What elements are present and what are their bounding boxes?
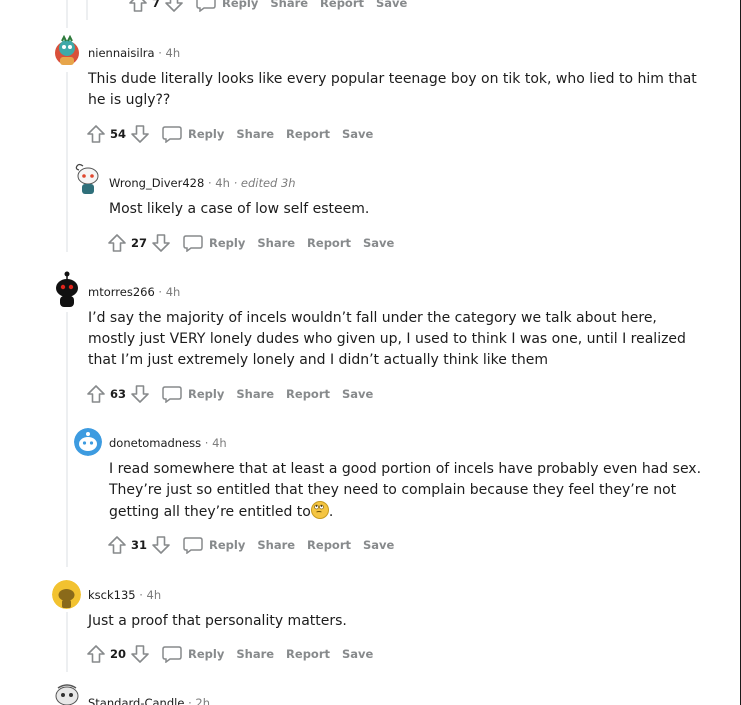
vote-score: 63 xyxy=(110,387,127,401)
timestamp[interactable]: · 4h xyxy=(205,436,227,450)
avatar[interactable] xyxy=(52,682,82,705)
reply-icon xyxy=(162,646,182,663)
reply-icon xyxy=(162,386,182,403)
snoo-avatar-icon xyxy=(55,35,79,65)
comment-actions: 54 Reply Share Report Save xyxy=(86,122,373,146)
upvote-icon[interactable] xyxy=(86,644,106,664)
report-button[interactable]: Report xyxy=(286,647,330,661)
snoo-avatar-icon xyxy=(55,684,79,705)
downvote-icon[interactable] xyxy=(130,644,150,664)
share-button[interactable]: Share xyxy=(270,0,308,10)
avatar[interactable] xyxy=(74,162,102,196)
avatar[interactable] xyxy=(74,428,102,456)
reply-button[interactable]: Reply xyxy=(196,0,258,12)
thread-line-top-child[interactable] xyxy=(86,0,88,20)
save-button[interactable]: Save xyxy=(363,236,394,250)
timestamp[interactable]: · 4h xyxy=(208,176,230,190)
reply-button[interactable]: Reply xyxy=(183,234,245,252)
report-button[interactable]: Report xyxy=(307,538,351,552)
comment-body: This dude literally looks like every pop… xyxy=(88,71,697,108)
save-button[interactable]: Save xyxy=(342,387,373,401)
share-button[interactable]: Share xyxy=(257,236,295,250)
reply-button[interactable]: Reply xyxy=(183,536,245,554)
avatar[interactable] xyxy=(52,270,82,308)
thread-line-c1[interactable] xyxy=(66,72,68,252)
save-button[interactable]: Save xyxy=(376,0,407,10)
comment-actions: 27 Reply Share Report Save xyxy=(107,231,394,255)
comment-meta: Standard-Candle · 2h xyxy=(88,696,210,705)
rolling-eyes-emoji-icon xyxy=(310,501,329,519)
thread-line-c5[interactable] xyxy=(66,612,68,672)
timestamp[interactable]: · 2h xyxy=(188,696,210,705)
vote-score: 31 xyxy=(131,538,148,552)
comment-body: Just a proof that personality matters. xyxy=(88,613,347,629)
downvote-icon[interactable] xyxy=(151,233,171,253)
comment-meta: ksck135 · 4h xyxy=(88,588,161,602)
comment-body: I’d say the majority of incels wouldn’t … xyxy=(88,310,686,368)
reply-icon xyxy=(183,537,203,554)
upvote-icon[interactable] xyxy=(107,233,127,253)
downvote-icon[interactable] xyxy=(130,384,150,404)
comment-meta: mtorres266 · 4h xyxy=(88,285,180,299)
share-button[interactable]: Share xyxy=(257,538,295,552)
username-link[interactable]: niennaisilra xyxy=(88,46,155,60)
downvote-icon[interactable] xyxy=(151,535,171,555)
comment-meta: niennaisilra · 4h xyxy=(88,46,180,60)
report-button[interactable]: Report xyxy=(286,387,330,401)
snoo-avatar-icon xyxy=(75,163,99,194)
comment-meta: donetomadness · 4h xyxy=(109,436,227,450)
report-button[interactable]: Report xyxy=(320,0,364,10)
username-link[interactable]: donetomadness xyxy=(109,436,201,450)
vote-score: 7 xyxy=(152,0,161,10)
snoo-avatar-icon xyxy=(74,428,102,456)
share-button[interactable]: Share xyxy=(236,647,274,661)
avatar[interactable] xyxy=(52,580,81,609)
comment-thread: 7 Reply Share Report Save niennaisilra ·… xyxy=(0,0,741,705)
comment-meta: Wrong_Diver428 · 4h · edited 3h xyxy=(109,176,296,190)
upvote-icon[interactable] xyxy=(128,0,148,13)
share-button[interactable]: Share xyxy=(236,387,274,401)
comment-text: I read somewhere that at least a good po… xyxy=(109,461,702,520)
reply-button[interactable]: Reply xyxy=(162,645,224,663)
username-link[interactable]: mtorres266 xyxy=(88,285,155,299)
report-button[interactable]: Report xyxy=(307,236,351,250)
report-button[interactable]: Report xyxy=(286,127,330,141)
comment-text-end: . xyxy=(328,504,334,520)
save-button[interactable]: Save xyxy=(342,127,373,141)
comment-actions: 63 Reply Share Report Save xyxy=(86,382,373,406)
share-button[interactable]: Share xyxy=(236,127,274,141)
reply-icon xyxy=(183,235,203,252)
vote-score: 54 xyxy=(110,127,127,141)
save-button[interactable]: Save xyxy=(342,647,373,661)
username-link[interactable]: Standard-Candle xyxy=(88,696,184,705)
comment-body: Most likely a case of low self esteem. xyxy=(109,201,370,217)
username-link[interactable]: Wrong_Diver428 xyxy=(109,176,204,190)
comment-body: I read somewhere that at least a good po… xyxy=(109,459,709,523)
reply-icon xyxy=(196,0,216,12)
reply-button[interactable]: Reply xyxy=(162,125,224,143)
vote-score: 27 xyxy=(131,236,148,250)
snoo-avatar-icon xyxy=(56,271,78,307)
timestamp[interactable]: · 4h xyxy=(139,588,161,602)
reply-button[interactable]: Reply xyxy=(162,385,224,403)
downvote-icon[interactable] xyxy=(164,0,184,13)
upvote-icon[interactable] xyxy=(107,535,127,555)
reply-icon xyxy=(162,126,182,143)
username-link[interactable]: ksck135 xyxy=(88,588,136,602)
comment-actions: 31 Reply Share Report Save xyxy=(107,533,394,557)
upvote-icon[interactable] xyxy=(86,384,106,404)
comment-actions-previous: 7 Reply Share Report Save xyxy=(128,0,407,15)
thread-line-c3[interactable] xyxy=(66,312,68,567)
timestamp[interactable]: · 4h xyxy=(158,285,180,299)
comment-actions: 20 Reply Share Report Save xyxy=(86,642,373,666)
snoo-avatar-icon xyxy=(52,580,81,609)
vote-score: 20 xyxy=(110,647,127,661)
edited-label: · edited 3h xyxy=(233,176,296,190)
timestamp[interactable]: · 4h xyxy=(158,46,180,60)
thread-line-parent[interactable] xyxy=(66,0,68,28)
save-button[interactable]: Save xyxy=(363,538,394,552)
downvote-icon[interactable] xyxy=(130,124,150,144)
upvote-icon[interactable] xyxy=(86,124,106,144)
avatar[interactable] xyxy=(52,35,82,67)
